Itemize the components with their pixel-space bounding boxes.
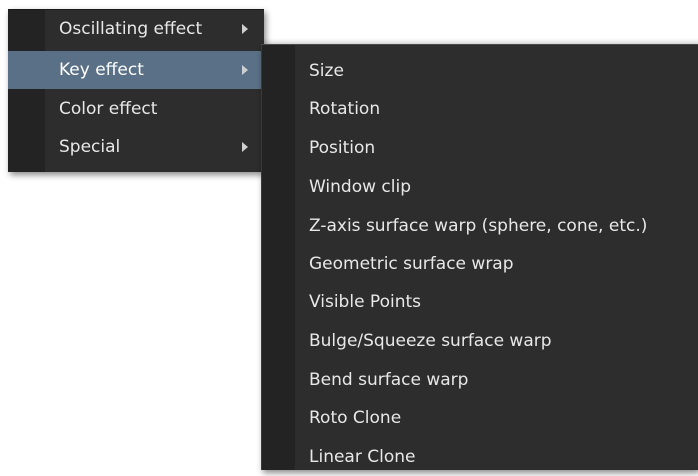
submenu-item-label: Bend surface warp xyxy=(309,370,469,390)
submenu-item-label: Size xyxy=(309,61,344,81)
submenu-item-label: Geometric surface wrap xyxy=(309,254,514,274)
submenu-item-window-clip[interactable]: Window clip xyxy=(262,168,698,206)
submenu-item-visible-points[interactable]: Visible Points xyxy=(262,283,698,321)
menu-item-label: Key effect xyxy=(59,60,144,80)
submenu-item-bulge-squeeze-surface-warp[interactable]: Bulge/Squeeze surface warp xyxy=(262,322,698,360)
submenu-item-linear-clone[interactable]: Linear Clone xyxy=(262,438,698,476)
context-menu: Oscillating effect Key effect Color effe… xyxy=(8,9,264,172)
menu-item-label: Color effect xyxy=(59,99,158,119)
chevron-right-icon xyxy=(242,65,248,75)
chevron-right-icon xyxy=(242,24,248,34)
submenu-item-geometric-surface-wrap[interactable]: Geometric surface wrap xyxy=(262,245,698,283)
menu-item-color-effect[interactable]: Color effect xyxy=(8,90,264,128)
submenu-item-roto-clone[interactable]: Roto Clone xyxy=(262,399,698,437)
menu-item-oscillating-effect[interactable]: Oscillating effect xyxy=(8,10,264,48)
menu-item-label: Oscillating effect xyxy=(59,19,203,39)
submenu-item-size[interactable]: Size xyxy=(262,52,698,90)
submenu-item-label: Linear Clone xyxy=(309,447,416,467)
submenu-item-label: Rotation xyxy=(309,99,381,119)
submenu-item-label: Bulge/Squeeze surface warp xyxy=(309,331,552,351)
submenu-item-position[interactable]: Position xyxy=(262,129,698,167)
submenu-item-label: Roto Clone xyxy=(309,408,402,428)
menu-item-label: Special xyxy=(59,137,121,157)
submenu-item-label: Z-axis surface warp (sphere, cone, etc.) xyxy=(309,216,648,236)
submenu-item-label: Position xyxy=(309,138,376,158)
chevron-right-icon xyxy=(242,142,248,152)
submenu-item-rotation[interactable]: Rotation xyxy=(262,90,698,128)
submenu-item-label: Visible Points xyxy=(309,292,422,312)
submenu-item-bend-surface-warp[interactable]: Bend surface warp xyxy=(262,361,698,399)
menu-item-key-effect[interactable]: Key effect xyxy=(8,51,264,89)
menu-item-special[interactable]: Special xyxy=(8,128,264,166)
submenu-item-label: Window clip xyxy=(309,177,412,197)
submenu-item-z-axis-surface-warp[interactable]: Z-axis surface warp (sphere, cone, etc.) xyxy=(262,207,698,245)
key-effect-submenu: Size Rotation Position Window clip Z-axi… xyxy=(261,44,698,470)
